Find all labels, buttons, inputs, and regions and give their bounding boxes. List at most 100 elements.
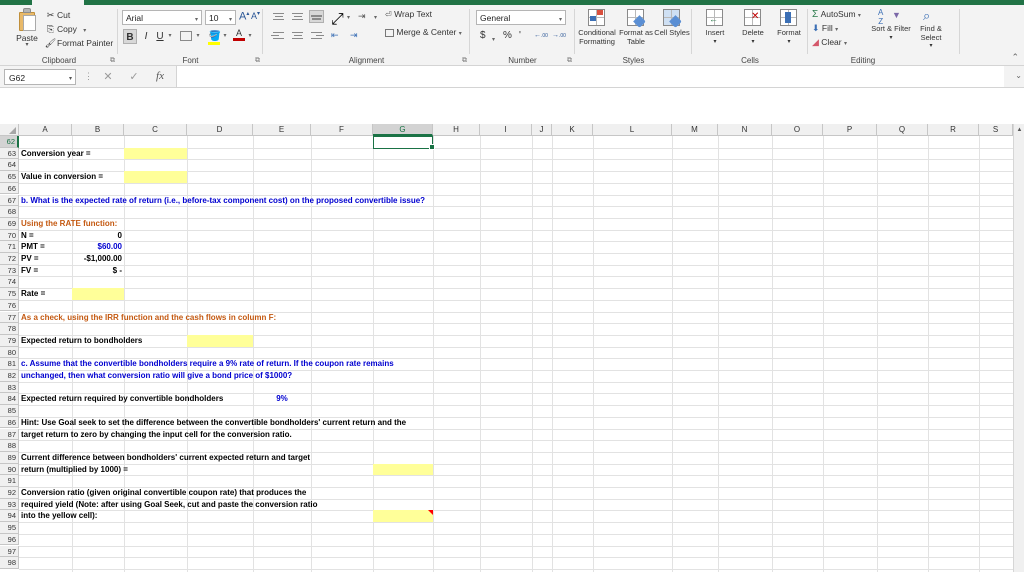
row-header-62[interactable]: 62 — [0, 136, 19, 148]
cell-A94[interactable]: into the yellow cell): — [19, 510, 97, 522]
row-header-73[interactable]: 73 — [0, 264, 19, 277]
row-header-71[interactable]: 71 — [0, 241, 19, 253]
wrap-text-button[interactable]: ⏎ Wrap Text — [385, 9, 432, 19]
row-header-89[interactable]: 89 — [0, 451, 19, 464]
row-header-74[interactable]: 74 — [0, 276, 19, 289]
merge-center-button[interactable]: Merge & Center ▾ — [385, 27, 462, 37]
sort-filter-button[interactable]: AZ ▼ Sort & Filter ▾ — [870, 8, 912, 42]
cell-B71[interactable]: $60.00 — [72, 241, 124, 253]
column-header-k[interactable]: K — [552, 124, 593, 136]
row-header-63[interactable]: 63 — [0, 147, 19, 160]
font-size-input[interactable]: 10 ▾ — [205, 10, 236, 25]
cell-A67[interactable]: b. What is the expected rate of return (… — [19, 195, 425, 207]
cell-A84[interactable]: Expected return required by convertible … — [19, 393, 223, 405]
cell-G94[interactable] — [373, 510, 433, 523]
fill-color-button[interactable]: 🪣 — [206, 29, 222, 45]
chevron-down-icon[interactable]: ▾ — [696, 38, 734, 47]
vertical-scrollbar[interactable]: ▲ — [1013, 124, 1024, 572]
column-header-a[interactable]: A — [19, 124, 72, 136]
indent-chevron-icon[interactable]: ▾ — [374, 14, 377, 21]
cell-D79[interactable] — [187, 334, 253, 347]
chevron-down-icon[interactable]: ▾ — [858, 13, 861, 19]
underline-button[interactable]: U — [154, 29, 166, 44]
cell-A86[interactable]: Hint: Use Goal seek to set the differenc… — [19, 417, 406, 429]
decrease-indent-button[interactable]: ⇤ — [331, 30, 346, 43]
row-header-66[interactable]: 66 — [0, 182, 19, 195]
active-cell-selection[interactable] — [373, 136, 435, 150]
format-as-table-button[interactable]: Format as Table — [617, 8, 655, 46]
cell-A65[interactable]: Value in conversion = — [19, 171, 103, 183]
column-header-e[interactable]: E — [253, 124, 311, 136]
chevron-down-icon[interactable]: ▾ — [734, 38, 772, 47]
column-header-r[interactable]: R — [928, 124, 979, 136]
alignment-dialog-launcher[interactable]: ⧉ — [462, 57, 467, 65]
cell-B72[interactable]: -$1,000.00 — [72, 253, 124, 265]
row-header-64[interactable]: 64 — [0, 159, 19, 172]
font-name-input[interactable]: Arial ▾ — [122, 10, 202, 25]
chevron-down-icon[interactable]: ▾ — [870, 34, 912, 43]
enter-formula-button[interactable]: ✓ — [126, 70, 142, 83]
column-header-n[interactable]: N — [718, 124, 772, 136]
row-header-80[interactable]: 80 — [0, 346, 19, 359]
decrease-font-size-button[interactable]: A▾ — [251, 10, 260, 21]
cell-styles-button[interactable]: Cell Styles — [653, 8, 691, 38]
orientation-icon[interactable]: ⤢ — [331, 11, 346, 28]
comma-format-button[interactable]: ' — [519, 29, 521, 43]
column-header-d[interactable]: D — [187, 124, 253, 136]
cell-A69[interactable]: Using the RATE function: — [19, 218, 117, 230]
select-all-corner[interactable] — [0, 124, 19, 136]
cell-A75[interactable]: Rate = — [19, 288, 72, 300]
copy-button[interactable]: ⎘ Copy ▾ — [44, 23, 86, 36]
increase-indent-button[interactable]: ⇥ — [350, 30, 365, 43]
chevron-down-icon[interactable]: ▾ — [8, 42, 46, 48]
chevron-down-icon[interactable]: ▾ — [195, 16, 198, 23]
orientation-chevron-icon[interactable]: ▾ — [347, 14, 350, 21]
cell-A70[interactable]: N = — [19, 230, 72, 242]
row-header-92[interactable]: 92 — [0, 487, 19, 499]
align-bottom-icon[interactable] — [309, 10, 324, 23]
row-header-85[interactable]: 85 — [0, 405, 19, 417]
row-header-87[interactable]: 87 — [0, 428, 19, 441]
cell-A89[interactable]: Current difference between bondholders' … — [19, 452, 310, 464]
font-color-button[interactable]: A — [232, 29, 246, 44]
cell-C65[interactable] — [124, 171, 187, 183]
row-header-86[interactable]: 86 — [0, 416, 19, 429]
clear-button[interactable]: ◢ Clear ▾ — [812, 36, 847, 49]
row-header-83[interactable]: 83 — [0, 381, 19, 394]
row-header-77[interactable]: 77 — [0, 311, 19, 324]
column-header-q[interactable]: Q — [877, 124, 928, 136]
row-header-75[interactable]: 75 — [0, 288, 19, 300]
delete-cells-button[interactable]: ✕ Delete ▾ — [734, 8, 772, 46]
row-header-68[interactable]: 68 — [0, 206, 19, 218]
cell-C63[interactable] — [124, 147, 187, 160]
number-format-select[interactable]: General ▾ — [476, 10, 566, 25]
insert-function-button[interactable]: fx — [152, 70, 168, 82]
row-header-70[interactable]: 70 — [0, 229, 19, 242]
column-header-j[interactable]: J — [532, 124, 552, 136]
row-header-98[interactable]: 98 — [0, 557, 19, 569]
align-middle-icon[interactable] — [290, 11, 305, 24]
row-header-79[interactable]: 79 — [0, 334, 19, 347]
cancel-formula-button[interactable]: ✕ — [100, 70, 116, 83]
chevron-down-icon[interactable]: ▾ — [844, 41, 847, 47]
chevron-down-icon[interactable]: ▾ — [459, 31, 462, 37]
cell-B75[interactable] — [72, 288, 124, 300]
decrease-indent-icon[interactable]: ⇥ — [358, 11, 373, 24]
cell-A87[interactable]: target return to zero by changing the in… — [19, 429, 292, 441]
row-header-88[interactable]: 88 — [0, 440, 19, 452]
row-header-97[interactable]: 97 — [0, 545, 19, 558]
borders-button[interactable] — [178, 29, 194, 44]
row-header-65[interactable]: 65 — [0, 171, 19, 183]
cell-B73[interactable]: $ - — [72, 265, 124, 277]
font-dialog-launcher[interactable]: ⧉ — [255, 57, 260, 65]
cell-A81[interactable]: c. Assume that the convertible bondholde… — [19, 358, 394, 370]
currency-format-button[interactable]: $ — [480, 29, 486, 43]
row-header-84[interactable]: 84 — [0, 393, 19, 406]
fill-button[interactable]: ⬇ Fill ▾ — [812, 22, 838, 35]
collapse-ribbon-icon[interactable]: ⌃ — [1011, 52, 1019, 63]
underline-chevron-icon[interactable]: ▾ — [166, 29, 174, 44]
chevron-down-icon[interactable]: ▾ — [770, 38, 808, 47]
cell-A77[interactable]: As a check, using the IRR function and t… — [19, 312, 276, 324]
format-painter-button[interactable]: 🖌Format Painter — [44, 37, 113, 50]
row-header-82[interactable]: 82 — [0, 370, 19, 382]
